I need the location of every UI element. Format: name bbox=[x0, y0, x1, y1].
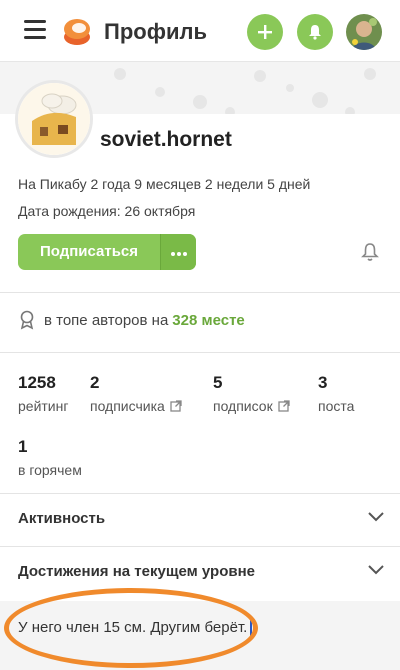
subscribe-button[interactable]: Подписаться bbox=[18, 234, 160, 270]
annotation-oval bbox=[4, 588, 258, 668]
stat-hot: 1 в горячем bbox=[18, 437, 82, 478]
stat-rating: 1258 рейтинг bbox=[18, 373, 68, 414]
menu-icon[interactable] bbox=[24, 20, 46, 40]
pikabu-logo-icon[interactable] bbox=[62, 16, 92, 46]
stat-value: 1 bbox=[18, 437, 28, 456]
profile-username: soviet.hornet bbox=[100, 128, 232, 151]
more-dots-icon bbox=[170, 243, 188, 261]
stat-subscriptions[interactable]: 5 подписок bbox=[213, 373, 290, 414]
chevron-down-icon bbox=[368, 512, 384, 522]
stat-label: подписок bbox=[213, 398, 290, 414]
app-header: Профиль bbox=[0, 0, 400, 62]
stat-label: поста bbox=[318, 398, 355, 414]
membership-duration: На Пикабу 2 года 9 месяцев 2 недели 5 дн… bbox=[18, 176, 311, 192]
achievements-section[interactable]: Достижения на текущем уровне bbox=[0, 547, 400, 599]
rank-prefix: в топе авторов на bbox=[44, 311, 169, 329]
stat-value: 2 bbox=[90, 373, 100, 392]
notifications-button[interactable] bbox=[297, 14, 333, 50]
stat-value: 3 bbox=[318, 373, 328, 392]
subscribe-button-group: Подписаться bbox=[18, 234, 196, 270]
external-link-icon bbox=[278, 400, 290, 412]
stat-posts: 3 поста bbox=[318, 373, 354, 414]
add-post-button[interactable] bbox=[247, 14, 283, 50]
stat-label: подписчика bbox=[90, 398, 182, 414]
divider bbox=[0, 352, 400, 353]
follow-bell-icon[interactable] bbox=[361, 242, 379, 262]
section-title: Достижения на текущем уровне bbox=[18, 563, 255, 580]
plus-icon bbox=[258, 25, 272, 39]
user-avatar[interactable] bbox=[346, 14, 382, 50]
stat-followers[interactable]: 2 подписчика bbox=[90, 373, 182, 414]
chevron-down-icon bbox=[368, 565, 384, 575]
birthday-info: Дата рождения: 26 октября bbox=[18, 203, 196, 219]
stat-value: 1258 bbox=[18, 373, 56, 392]
divider bbox=[0, 292, 400, 293]
stat-value: 5 bbox=[213, 373, 223, 392]
external-link-icon bbox=[170, 400, 182, 412]
author-rank: в топе авторов на 328 месте bbox=[18, 310, 245, 330]
more-options-button[interactable] bbox=[160, 234, 196, 270]
bell-icon bbox=[309, 25, 321, 40]
activity-section[interactable]: Активность bbox=[0, 494, 400, 546]
rank-place: 328 месте bbox=[172, 311, 245, 329]
stat-label: в горячем bbox=[18, 462, 82, 478]
profile-avatar[interactable] bbox=[15, 80, 93, 158]
award-icon bbox=[20, 310, 34, 330]
page-title: Профиль bbox=[104, 19, 207, 44]
section-title: Активность bbox=[18, 510, 106, 527]
stat-label: рейтинг bbox=[18, 398, 69, 414]
